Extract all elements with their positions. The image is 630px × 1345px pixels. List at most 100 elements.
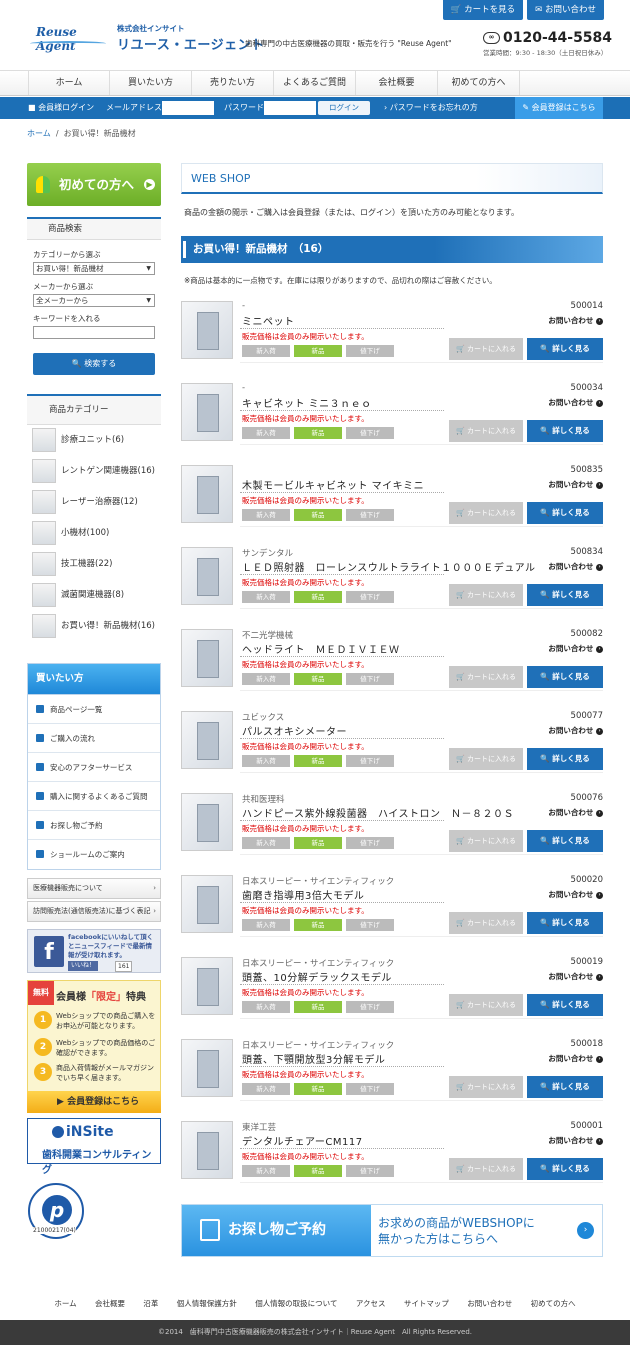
inquiry-link[interactable]: お問い合わせ › xyxy=(548,479,603,490)
facebook-like-button[interactable]: いいね！ xyxy=(68,961,99,971)
details-button[interactable]: 🔍 詳しく見る xyxy=(527,502,603,524)
nav-sell[interactable]: 売りたい方 xyxy=(192,71,274,95)
add-to-cart-button[interactable]: 🛒 カートに入れる xyxy=(449,912,523,934)
product-name[interactable]: 頭蓋、下顎開放型3分解モデル xyxy=(242,1051,385,1066)
product-name[interactable]: 木製モービルキャビネット マイキミニ xyxy=(242,477,424,492)
footer-link[interactable]: アクセス xyxy=(356,1299,386,1308)
category-item[interactable]: レントゲン関連機器(16) xyxy=(27,456,161,487)
product-name[interactable]: ヘッドライト ＭＥＤＩＶＩＥＷ xyxy=(242,641,400,656)
buyer-item-product-list[interactable]: 商品ページ一覧 xyxy=(28,695,160,724)
category-item[interactable]: 滅菌関連機器(8) xyxy=(27,580,161,611)
product-image[interactable] xyxy=(181,957,233,1015)
category-item[interactable]: 小機材(100) xyxy=(27,518,161,549)
add-to-cart-button[interactable]: 🛒 カートに入れる xyxy=(449,502,523,524)
details-button[interactable]: 🔍 詳しく見る xyxy=(527,912,603,934)
details-button[interactable]: 🔍 詳しく見る xyxy=(527,420,603,442)
category-item[interactable]: お買い得！新品機材(16) xyxy=(27,611,161,642)
add-to-cart-button[interactable]: 🛒 カートに入れる xyxy=(449,666,523,688)
buyer-item-faq[interactable]: 購入に関するよくあるご質問 xyxy=(28,782,160,811)
inquiry-link[interactable]: お問い合わせ › xyxy=(548,315,603,326)
details-button[interactable]: 🔍 詳しく見る xyxy=(527,994,603,1016)
add-to-cart-button[interactable]: 🛒 カートに入れる xyxy=(449,830,523,852)
product-image[interactable] xyxy=(181,547,233,605)
inquiry-link[interactable]: お問い合わせ › xyxy=(548,561,603,572)
product-name[interactable]: デンタルチェアーCM117 xyxy=(242,1133,363,1148)
inquiry-link[interactable]: お問い合わせ › xyxy=(548,807,603,818)
footer-link[interactable]: 会社概要 xyxy=(95,1299,125,1308)
details-button[interactable]: 🔍 詳しく見る xyxy=(527,1158,603,1180)
add-to-cart-button[interactable]: 🛒 カートに入れる xyxy=(449,1076,523,1098)
product-name[interactable]: パルスオキシメーター xyxy=(242,723,347,738)
password-field[interactable] xyxy=(264,101,316,115)
product-image[interactable] xyxy=(181,465,233,523)
inquiry-link[interactable]: お問い合わせ › xyxy=(548,643,603,654)
inquiry-link[interactable]: お問い合わせ › xyxy=(548,971,603,982)
add-to-cart-button[interactable]: 🛒 カートに入れる xyxy=(449,994,523,1016)
search-button[interactable]: 🔍 検索する xyxy=(33,353,155,375)
footer-link[interactable]: 個人情報の取扱について xyxy=(255,1299,337,1308)
details-button[interactable]: 🔍 詳しく見る xyxy=(527,584,603,606)
breadcrumb-home[interactable]: ホーム xyxy=(27,129,51,138)
nav-faq[interactable]: よくあるご質問 xyxy=(274,71,356,95)
inquiry-link[interactable]: お問い合わせ › xyxy=(548,1053,603,1064)
category-item[interactable]: レーザー治療器(12) xyxy=(27,487,161,518)
forgot-password-link[interactable]: › パスワードをお忘れの方 xyxy=(384,97,478,119)
legal-notice-link[interactable]: 訪問販売法(通信販売法)に基づく表記 › xyxy=(27,901,161,922)
product-name[interactable]: ハンドピース紫外線殺菌器 ハイストロン Ｎ－８２０Ｓ xyxy=(242,805,514,820)
category-item[interactable]: 技工機器(22) xyxy=(27,549,161,580)
add-to-cart-button[interactable]: 🛒 カートに入れる xyxy=(449,748,523,770)
product-name[interactable]: ミニペット xyxy=(242,313,295,328)
footer-link[interactable]: ホーム xyxy=(54,1299,76,1308)
buyer-item-reservation[interactable]: お探し物ご予約 xyxy=(28,811,160,840)
product-image[interactable] xyxy=(181,301,233,359)
maker-select[interactable]: 全メーカーから ▼ xyxy=(33,294,155,307)
details-button[interactable]: 🔍 詳しく見る xyxy=(527,748,603,770)
add-to-cart-button[interactable]: 🛒 カートに入れる xyxy=(449,420,523,442)
buyer-item-after-service[interactable]: 安心のアフターサービス xyxy=(28,753,160,782)
product-name[interactable]: キャビネット ミニ３ｎｅｏ xyxy=(242,395,372,410)
product-image[interactable] xyxy=(181,1121,233,1179)
insite-banner[interactable]: iNSite 歯科開業コンサルティング xyxy=(27,1118,161,1176)
product-name[interactable]: 歯磨き指導用3倍大モデル xyxy=(242,887,364,902)
inquiry-link[interactable]: お問い合わせ › xyxy=(548,725,603,736)
category-select[interactable]: お買い得！新品機材 ▼ xyxy=(33,262,155,275)
product-image[interactable] xyxy=(181,793,233,851)
nav-buy[interactable]: 買いたい方 xyxy=(110,71,192,95)
medical-device-sales-link[interactable]: 医療機器販売について › xyxy=(27,878,161,899)
product-image[interactable] xyxy=(181,383,233,441)
cart-button[interactable]: 🛒 カートを見る xyxy=(442,0,524,20)
details-button[interactable]: 🔍 詳しく見る xyxy=(527,338,603,360)
benefit-register-button[interactable]: ▶ 会員登録はこちら xyxy=(27,1091,161,1113)
product-image[interactable] xyxy=(181,711,233,769)
nav-first-time[interactable]: 初めての方へ xyxy=(438,71,520,95)
inquiry-link[interactable]: お問い合わせ › xyxy=(548,889,603,900)
nav-company[interactable]: 会社概要 xyxy=(356,71,438,95)
footer-link[interactable]: 個人情報保護方針 xyxy=(177,1299,237,1308)
footer-link[interactable]: 沿革 xyxy=(143,1299,158,1308)
buyer-item-purchase-flow[interactable]: ご購入の流れ xyxy=(28,724,160,753)
inquiry-link[interactable]: お問い合わせ › xyxy=(548,1135,603,1146)
reservation-banner[interactable]: お探し物ご予約 お求めの商品がWEBSHOPに 無かった方はこちらへ › xyxy=(181,1204,603,1257)
email-field[interactable] xyxy=(162,101,214,115)
footer-link[interactable]: サイトマップ xyxy=(404,1299,449,1308)
product-image[interactable] xyxy=(181,629,233,687)
category-item[interactable]: 診療ユニット(6) xyxy=(27,425,161,456)
product-name[interactable]: ＬＥＤ照射器 ローレンスウルトラライト１０００Ｅデュアル xyxy=(242,559,536,574)
login-button[interactable]: ログイン xyxy=(318,101,370,115)
logo[interactable]: Reuse Agent xyxy=(30,22,110,53)
register-button[interactable]: ✎ 会員登録はこちら xyxy=(515,97,603,119)
product-image[interactable] xyxy=(181,875,233,933)
inquiry-link[interactable]: お問い合わせ › xyxy=(548,397,603,408)
keyword-input[interactable] xyxy=(33,326,155,339)
nav-home[interactable]: ホーム xyxy=(28,71,110,95)
member-benefit-banner[interactable]: 無料 会員様「限定」特典 1 Webショップでの商品ご購入をお申込が可能となります… xyxy=(27,980,161,1113)
details-button[interactable]: 🔍 詳しく見る xyxy=(527,666,603,688)
contact-button[interactable]: ✉ お問い合わせ xyxy=(527,0,604,20)
add-to-cart-button[interactable]: 🛒 カートに入れる xyxy=(449,338,523,360)
buyer-item-showroom[interactable]: ショールームのご案内 xyxy=(28,840,160,869)
details-button[interactable]: 🔍 詳しく見る xyxy=(527,1076,603,1098)
details-button[interactable]: 🔍 詳しく見る xyxy=(527,830,603,852)
product-image[interactable] xyxy=(181,1039,233,1097)
footer-link[interactable]: お問い合わせ xyxy=(467,1299,512,1308)
footer-link[interactable]: 初めての方へ xyxy=(531,1299,576,1308)
